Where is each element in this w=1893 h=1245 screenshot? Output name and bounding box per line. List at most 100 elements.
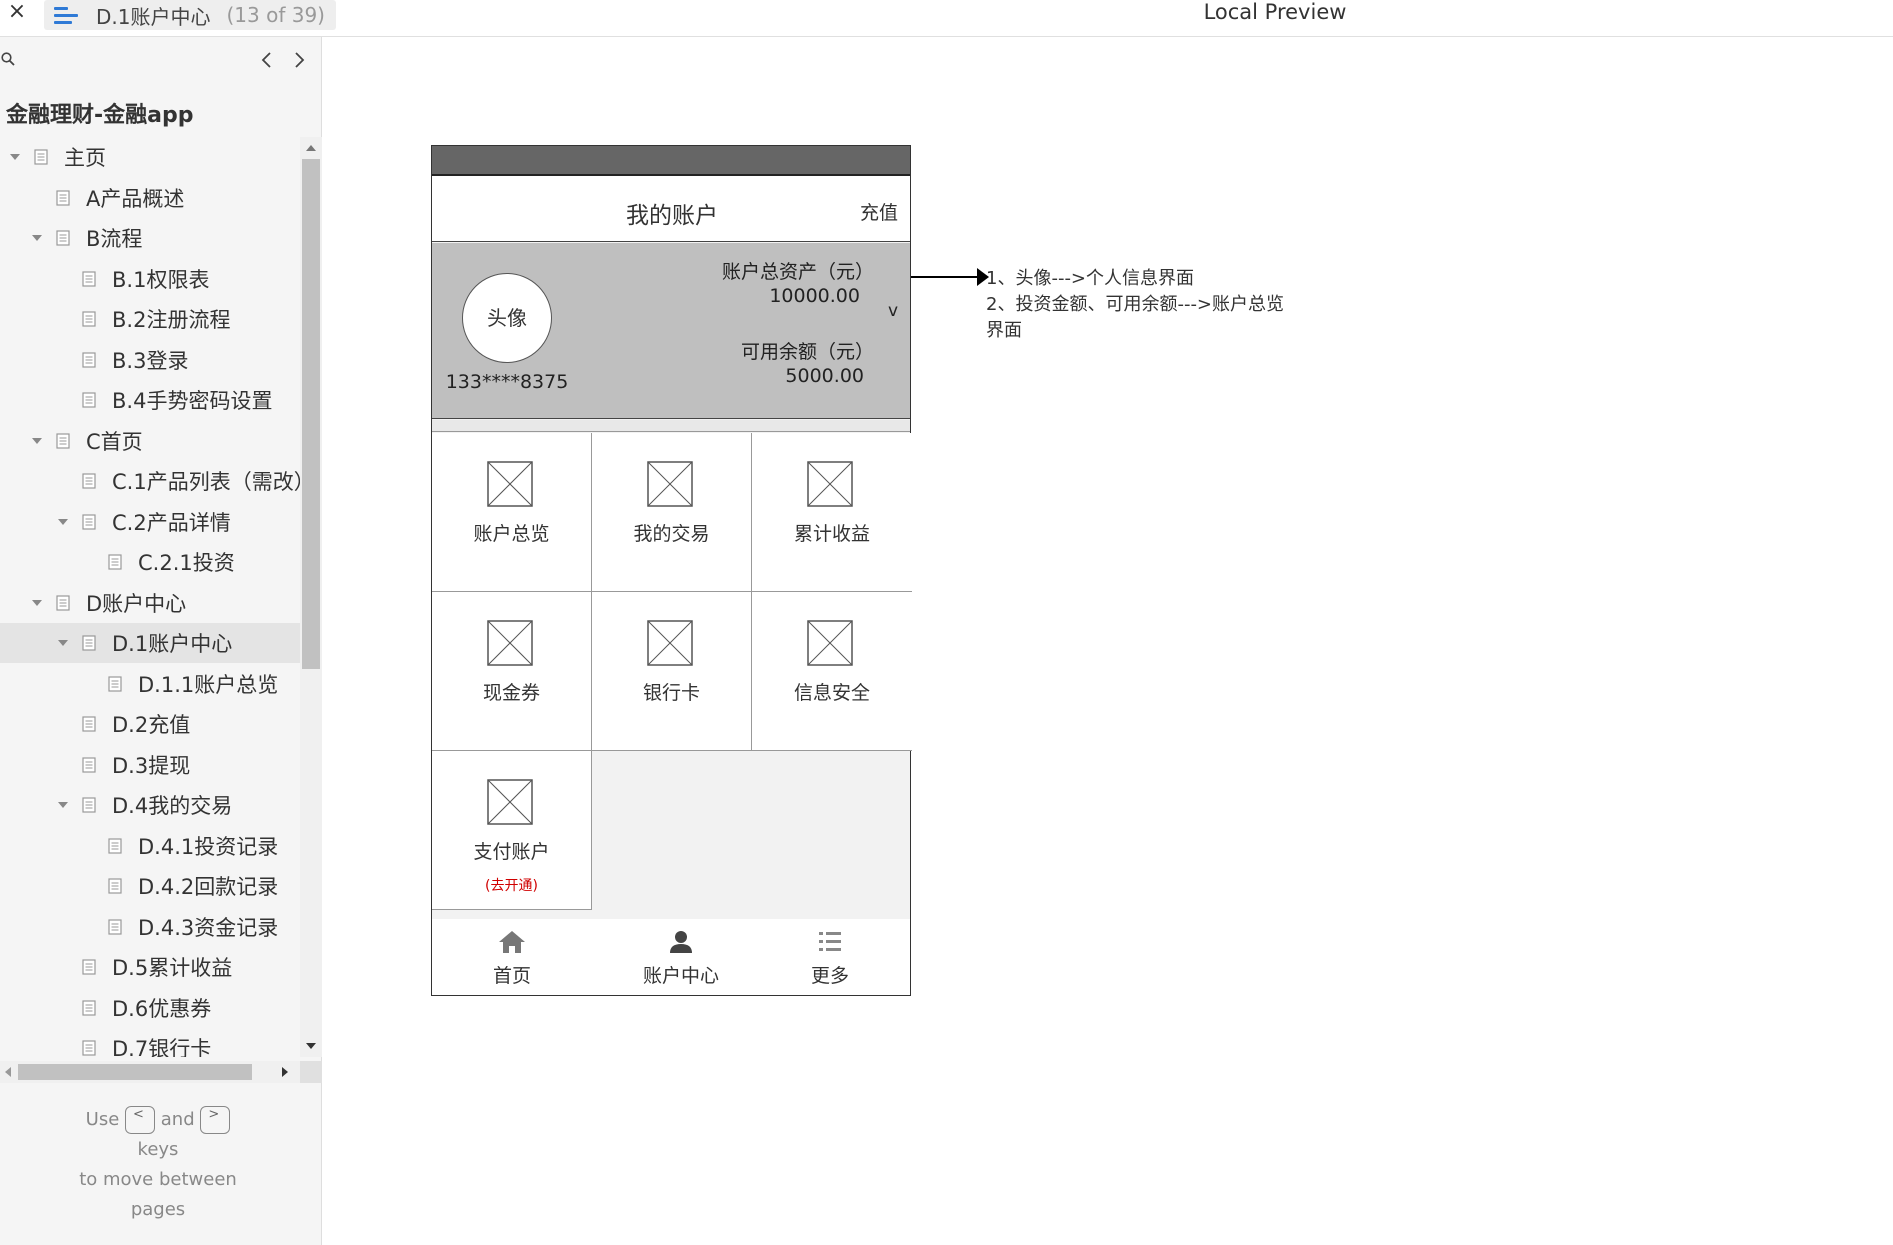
user-icon [670, 931, 692, 953]
tree-item[interactable]: D.3提现 [0, 745, 300, 785]
sidebar: 金融理财-金融app 主页 A产品概述 B流程 B.1权限表 B.2注册流程 B.3登录 B… [0, 37, 322, 1245]
page-doc-icon [56, 189, 70, 206]
prev-page-icon[interactable] [258, 49, 276, 71]
page-doc-icon [82, 959, 96, 975]
tree-item[interactable]: D.1.1账户总览 [0, 664, 300, 704]
tree-item[interactable]: D.1账户中心 [0, 623, 300, 663]
grid-cell-label: 账户总览 [473, 523, 550, 545]
tab-bar: 首页 账户中心 更多 [432, 919, 910, 995]
grid-cell[interactable]: 我的交易 [592, 433, 752, 592]
expand-caret-icon[interactable] [8, 150, 22, 164]
page-selector[interactable]: D.1账户中心 (13 of 39) [44, 0, 336, 30]
expand-caret-icon[interactable] [56, 798, 70, 812]
avatar[interactable]: 头像 [462, 273, 552, 363]
tree-item-label: 主页 [64, 146, 106, 170]
page-doc-icon [82, 311, 96, 327]
scroll-left-icon[interactable] [3, 1066, 13, 1078]
grid-cell[interactable]: 信息安全 [752, 592, 912, 751]
vertical-scroll-thumb[interactable] [302, 159, 320, 669]
close-button[interactable]: × [4, 0, 30, 28]
page-tree: 主页 A产品概述 B流程 B.1权限表 B.2注册流程 B.3登录 B.4手势密码设置 C首页… [0, 137, 300, 1057]
expand-caret-icon[interactable] [56, 515, 70, 529]
tree-item[interactable]: B.1权限表 [0, 259, 300, 299]
tree-item[interactable]: A产品概述 [0, 178, 300, 218]
recharge-button[interactable]: 充值 [860, 198, 898, 225]
tree-item[interactable]: D.5累计收益 [0, 947, 300, 987]
next-page-icon[interactable] [290, 49, 308, 71]
tree-item[interactable]: D.4.3资金记录 [0, 907, 300, 947]
chevron-down-icon[interactable]: v [888, 301, 898, 321]
expand-caret-icon[interactable] [30, 596, 44, 610]
page-doc-icon [82, 716, 96, 732]
tab-account-center[interactable]: 账户中心 [601, 919, 761, 995]
tree-item[interactable]: B.2注册流程 [0, 299, 300, 339]
list-icon [819, 932, 841, 951]
annotation-note: 1、头像--->个人信息界面 2、投资金额、可用余额--->账户总览 界面 [986, 266, 1326, 344]
tree-item-label: A产品概述 [86, 186, 185, 211]
tab-home[interactable]: 首页 [432, 919, 592, 995]
grid-cell[interactable]: 账户总览 [432, 433, 592, 592]
open-account-link[interactable]: (去开通) [432, 875, 591, 895]
tree-item[interactable]: B.3登录 [0, 340, 300, 380]
help-and: and [160, 1109, 195, 1130]
tab-more[interactable]: 更多 [750, 919, 910, 995]
caret-spacer [82, 879, 96, 893]
tree-item[interactable]: C.1产品列表（需改） [0, 461, 300, 501]
tree-item-label: B流程 [86, 227, 143, 251]
tree-item[interactable]: C.2.1投资 [0, 542, 300, 582]
tree-item[interactable]: D.7银行卡 [0, 1028, 300, 1057]
tree-item[interactable]: D.2充值 [0, 704, 300, 744]
page-doc-icon [82, 473, 96, 489]
help-line3: to move between [79, 1169, 237, 1190]
grid-cell-label: 支付账户 [473, 841, 550, 863]
page-doc-icon [108, 878, 122, 894]
tree-item-label: D.5累计收益 [112, 956, 233, 980]
tree-item[interactable]: B.4手势密码设置 [0, 380, 300, 420]
expand-caret-icon[interactable] [30, 434, 44, 448]
tree-item-label: D账户中心 [86, 591, 187, 616]
caret-spacer [82, 555, 96, 569]
search-icon[interactable] [1, 52, 15, 66]
page-doc-icon [108, 837, 122, 854]
caret-spacer [82, 677, 96, 691]
expand-caret-icon[interactable] [30, 231, 44, 245]
grid-cell[interactable]: 累计收益 [752, 433, 912, 592]
scroll-down-icon[interactable] [305, 1041, 317, 1051]
grid-cell[interactable]: 支付账户 (去开通) [432, 751, 592, 910]
page-doc-icon [82, 999, 96, 1016]
expand-caret-icon[interactable] [56, 636, 70, 650]
tree-item-label: C.1产品列表（需改） [112, 470, 300, 494]
grid-cell[interactable]: 现金券 [432, 592, 592, 751]
image-placeholder-icon [807, 461, 853, 507]
tree-item[interactable]: C首页 [0, 421, 300, 461]
help-use: Use [85, 1109, 120, 1130]
tree-item-label: D.6优惠券 [112, 996, 212, 1021]
tree-item[interactable]: D.6优惠券 [0, 988, 300, 1028]
account-summary-panel[interactable]: 头像 133****8375 账户总资产（元） 10000.00 可用余额（元）… [432, 243, 910, 419]
scroll-up-icon[interactable] [305, 143, 317, 153]
tree-item[interactable]: D.4.1投资记录 [0, 826, 300, 866]
scroll-right-icon[interactable] [280, 1066, 290, 1078]
menu-icon[interactable] [54, 6, 78, 24]
tree-item[interactable]: D.4我的交易 [0, 785, 300, 825]
tab-label: 更多 [810, 965, 849, 987]
tree-item[interactable]: C.2产品详情 [0, 502, 300, 542]
page-doc-icon [82, 756, 96, 773]
current-page-name: D.1账户中心 [96, 4, 211, 29]
tree-item[interactable]: 主页 [0, 137, 300, 177]
page-count: (13 of 39) [226, 3, 325, 27]
help-line4: pages [130, 1199, 186, 1220]
tree-item[interactable]: D账户中心 [0, 583, 300, 623]
tree-vertical-scrollbar[interactable] [300, 137, 322, 1057]
image-placeholder-icon [487, 779, 533, 825]
grid-cell-label: 银行卡 [642, 682, 700, 704]
caret-spacer [56, 717, 70, 731]
horizontal-scroll-thumb[interactable] [18, 1064, 252, 1080]
grid-cell[interactable]: 银行卡 [592, 592, 752, 751]
page-doc-icon [82, 797, 96, 813]
tree-item-label: D.1账户中心 [112, 632, 233, 656]
tree-item[interactable]: D.4.2回款记录 [0, 866, 300, 906]
tree-horizontal-scrollbar[interactable] [0, 1061, 322, 1083]
home-icon [499, 931, 525, 953]
tree-item[interactable]: B流程 [0, 218, 300, 258]
